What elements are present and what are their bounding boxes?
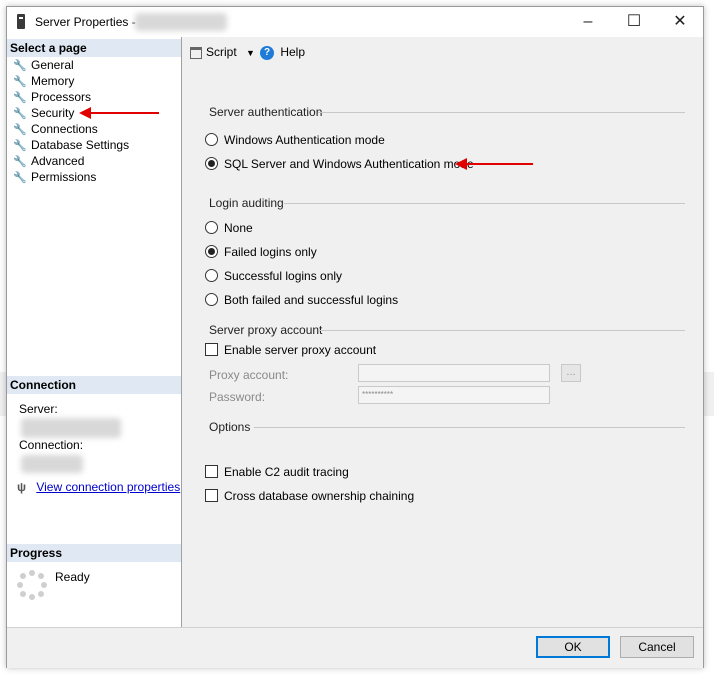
sidebar-item-general[interactable]: 🔧 General xyxy=(13,57,74,73)
left-panel: Select a page 🔧 General 🔧 Memory 🔧 Processo… xyxy=(7,37,182,627)
close-icon[interactable]: ✕ xyxy=(657,7,703,37)
redacted-server-value xyxy=(21,418,121,438)
wrench-icon: 🔧 xyxy=(13,92,27,104)
server-properties-dialog: Server Properties - – ☐ ✕ Select a page … xyxy=(6,6,704,668)
progress-spinner-icon xyxy=(17,570,47,600)
select-page-header: Select a page xyxy=(7,39,181,57)
server-icon xyxy=(17,14,25,29)
divider xyxy=(318,112,685,113)
chevron-down-icon[interactable]: ▼ xyxy=(246,48,255,58)
wrench-icon: 🔧 xyxy=(13,108,27,120)
enable-proxy-checkbox[interactable]: Enable server proxy account xyxy=(205,341,376,359)
wrench-icon: 🔧 xyxy=(13,76,27,88)
help-label: Help xyxy=(280,45,306,59)
sidebar-item-label: General xyxy=(31,58,74,72)
sidebar-item-processors[interactable]: 🔧 Processors xyxy=(13,89,91,105)
progress-status: Ready xyxy=(55,570,90,584)
option-label: SQL Server and Windows Authentication mo… xyxy=(224,157,474,171)
sidebar-item-label: Connections xyxy=(31,122,98,136)
dialog-footer: OK Cancel xyxy=(7,627,703,668)
radio-audit-both[interactable]: Both failed and successful logins xyxy=(205,291,398,309)
maximize-icon[interactable]: ☐ xyxy=(611,7,657,37)
password-label: Password: xyxy=(209,390,266,404)
radio-audit-none[interactable]: None xyxy=(205,219,253,237)
connection-plug-icon: ψ xyxy=(17,480,27,494)
sidebar-item-label: Permissions xyxy=(31,170,97,184)
sidebar-item-advanced[interactable]: 🔧 Advanced xyxy=(13,153,84,169)
window-title: Server Properties - xyxy=(35,15,136,29)
title-bar: Server Properties - – ☐ ✕ xyxy=(7,7,703,37)
wrench-icon: 🔧 xyxy=(13,140,27,152)
radio-windows-auth[interactable]: Windows Authentication mode xyxy=(205,131,385,149)
script-icon xyxy=(190,46,202,59)
checkbox[interactable] xyxy=(205,465,218,479)
connection-header: Connection xyxy=(7,376,181,394)
wrench-icon: 🔧 xyxy=(13,60,27,72)
c2-audit-checkbox[interactable]: Enable C2 audit tracing xyxy=(205,463,349,481)
script-button[interactable]: Script ▼ xyxy=(190,45,255,59)
wrench-icon: 🔧 xyxy=(13,156,27,168)
cross-db-checkbox[interactable]: Cross database ownership chaining xyxy=(205,487,414,505)
server-proxy-title: Server proxy account xyxy=(209,323,323,337)
help-button[interactable]: ? Help xyxy=(260,45,305,60)
ok-button[interactable]: OK xyxy=(536,636,610,658)
browse-button[interactable]: ... xyxy=(561,364,581,382)
sidebar-item-label: Advanced xyxy=(31,154,85,168)
options-title: Options xyxy=(209,420,251,434)
sidebar-item-database-settings[interactable]: 🔧 Database Settings xyxy=(13,137,129,153)
radio-button-selected[interactable] xyxy=(205,245,218,259)
help-icon: ? xyxy=(260,45,274,60)
radio-audit-successful[interactable]: Successful logins only xyxy=(205,267,342,285)
sidebar-item-permissions[interactable]: 🔧 Permissions xyxy=(13,169,96,185)
server-label: Server: xyxy=(19,402,58,416)
progress-header: Progress xyxy=(7,544,181,562)
radio-mixed-auth[interactable]: SQL Server and Windows Authentication mo… xyxy=(205,155,474,173)
sidebar-item-label: Processors xyxy=(31,90,92,104)
checkbox[interactable] xyxy=(205,489,218,503)
wrench-icon: 🔧 xyxy=(13,172,27,184)
redacted-server-name xyxy=(135,13,227,31)
script-label: Script xyxy=(206,45,237,59)
wrench-icon: 🔧 xyxy=(13,124,27,136)
option-label: None xyxy=(224,221,253,235)
sidebar-item-label: Memory xyxy=(31,74,75,88)
option-label: Enable C2 audit tracing xyxy=(224,465,349,479)
sidebar-item-memory[interactable]: 🔧 Memory xyxy=(13,73,74,89)
proxy-account-label: Proxy account: xyxy=(209,368,289,382)
server-authentication-title: Server authentication xyxy=(209,105,323,119)
view-connection-properties[interactable]: ψ View connection properties xyxy=(17,480,180,494)
divider xyxy=(318,330,685,331)
password-input[interactable]: ********** xyxy=(358,386,550,404)
option-label: Enable server proxy account xyxy=(224,343,377,357)
right-panel: Script ▼ ? Help Server authentication Wi… xyxy=(182,37,703,627)
annotation-arrow xyxy=(455,158,533,170)
radio-button-selected[interactable] xyxy=(205,157,218,171)
sidebar-item-connections[interactable]: 🔧 Connections xyxy=(13,121,98,137)
checkbox[interactable] xyxy=(205,343,218,357)
toolbar: Script ▼ ? Help xyxy=(182,37,703,63)
annotation-arrow xyxy=(79,107,159,119)
option-label: Cross database ownership chaining xyxy=(224,489,415,503)
radio-button[interactable] xyxy=(205,221,218,235)
proxy-account-input[interactable] xyxy=(358,364,550,382)
radio-audit-failed[interactable]: Failed logins only xyxy=(205,243,317,261)
radio-button[interactable] xyxy=(205,133,218,147)
cancel-button[interactable]: Cancel xyxy=(620,636,694,658)
divider xyxy=(284,203,685,204)
option-label: Failed logins only xyxy=(224,245,317,259)
redacted-connection-value xyxy=(21,455,83,473)
radio-button[interactable] xyxy=(205,293,218,307)
option-label: Windows Authentication mode xyxy=(224,133,385,147)
option-label: Both failed and successful logins xyxy=(224,293,399,307)
sidebar-item-label: Database Settings xyxy=(31,138,130,152)
option-label: Successful logins only xyxy=(224,269,343,283)
radio-button[interactable] xyxy=(205,269,218,283)
divider xyxy=(254,427,685,428)
connection-label: Connection: xyxy=(19,438,84,452)
login-auditing-title: Login auditing xyxy=(209,196,284,210)
sidebar-item-security[interactable]: 🔧 Security xyxy=(13,105,74,121)
view-connection-link[interactable]: View connection properties xyxy=(36,480,180,494)
minimize-icon[interactable]: – xyxy=(565,7,611,37)
sidebar-item-label: Security xyxy=(31,106,75,120)
